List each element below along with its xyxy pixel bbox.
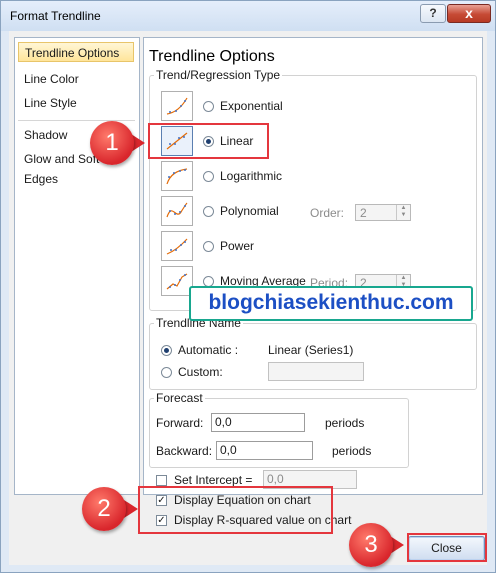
set-intercept-checkbox[interactable]	[156, 475, 167, 486]
backward-input[interactable]: 0,0	[216, 441, 313, 460]
trend-type-group: Trend/Regression Type Exponential Linear	[149, 68, 477, 311]
order-label: Order:	[310, 206, 345, 220]
trendline-name-group: Trendline Name Automatic : Linear (Serie…	[149, 316, 477, 390]
logarithmic-label[interactable]: Logarithmic	[220, 169, 282, 183]
category-list: Trendline Options Line Color Line Style …	[14, 37, 140, 495]
trend-type-group-label: Trend/Regression Type	[154, 68, 283, 82]
nav-item-trendline-options[interactable]: Trendline Options	[18, 42, 134, 62]
pane-title: Trendline Options	[149, 48, 275, 65]
help-button[interactable]: ?	[420, 4, 446, 23]
nav-item-line-style[interactable]: Line Style	[18, 93, 134, 113]
forecast-group: Forecast Forward: 0,0 periods Backward: …	[149, 391, 409, 468]
step-badge-2: 2	[82, 487, 126, 531]
nav-item-line-color[interactable]: Line Color	[18, 69, 134, 89]
badge-pointer-2	[124, 500, 138, 518]
window-title: Format Trendline	[10, 9, 101, 23]
custom-name-radio[interactable]	[161, 367, 172, 378]
close-highlight-box	[407, 533, 487, 562]
power-radio[interactable]	[203, 241, 214, 252]
automatic-name-value: Linear (Series1)	[268, 343, 354, 357]
step-badge-1: 1	[90, 121, 134, 165]
exponential-trend-icon	[161, 91, 193, 121]
automatic-name-radio[interactable]	[161, 345, 172, 356]
exponential-label[interactable]: Exponential	[220, 99, 283, 113]
forward-label: Forward:	[156, 416, 204, 430]
display-options-highlight-box	[138, 486, 333, 534]
custom-name-label[interactable]: Custom:	[178, 365, 223, 379]
backward-label: Backward:	[156, 444, 213, 458]
window-close-button[interactable]: x	[447, 4, 491, 23]
spinner-arrows-icon[interactable]: ▲ ▼	[396, 205, 410, 220]
step-badge-3: 3	[349, 523, 393, 567]
exponential-radio[interactable]	[203, 101, 214, 112]
polynomial-radio[interactable]	[203, 206, 214, 217]
forward-unit: periods	[325, 416, 365, 430]
polynomial-trend-icon	[161, 196, 193, 226]
forward-input[interactable]: 0,0	[211, 413, 305, 432]
automatic-name-label[interactable]: Automatic :	[178, 343, 238, 357]
set-intercept-label[interactable]: Set Intercept =	[174, 473, 252, 487]
linear-highlight-box	[148, 123, 269, 159]
polynomial-label[interactable]: Polynomial	[220, 204, 279, 218]
order-spinner[interactable]: 2 ▲ ▼	[355, 204, 411, 221]
backward-unit: periods	[332, 444, 372, 458]
options-pane: Trendline Options Trend/Regression Type …	[143, 37, 483, 527]
power-label[interactable]: Power	[220, 239, 254, 253]
custom-name-input[interactable]	[268, 362, 364, 381]
power-trend-icon	[161, 231, 193, 261]
logarithmic-radio[interactable]	[203, 171, 214, 182]
order-value: 2	[360, 206, 367, 220]
title-bar[interactable]: Format Trendline ? x	[1, 1, 495, 31]
forecast-group-label: Forecast	[154, 391, 205, 405]
watermark-banner: blogchiasekienthuc.com	[189, 286, 473, 321]
logarithmic-trend-icon	[161, 161, 193, 191]
